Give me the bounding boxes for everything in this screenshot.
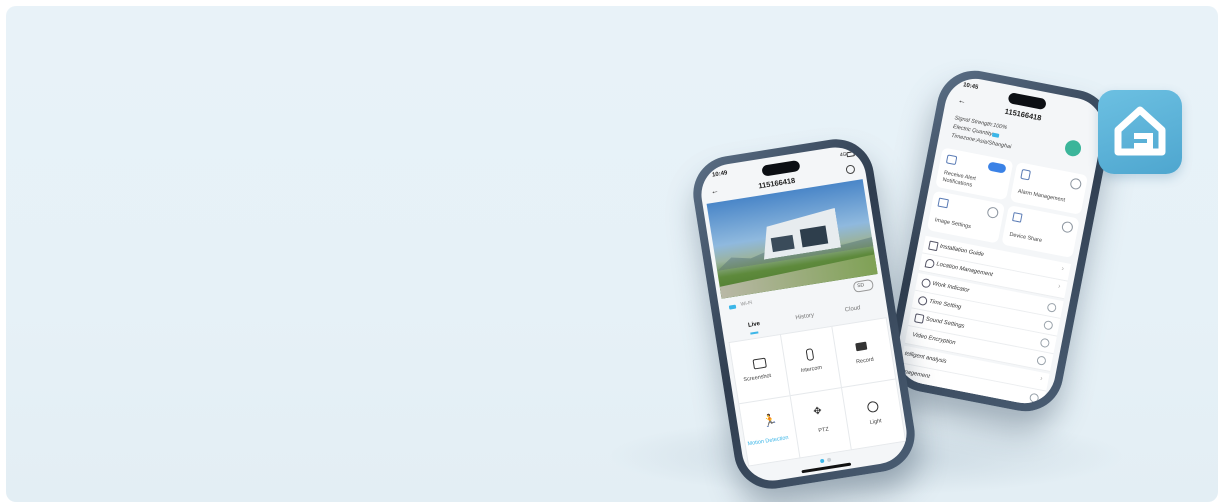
image-settings-card[interactable]: Image Settings xyxy=(926,190,1006,244)
menu-label: telligent analysis xyxy=(904,350,948,365)
menu-label: Sound Settings xyxy=(925,316,965,330)
action-label: Motion Detection xyxy=(747,434,789,448)
card-label: Alarm Management xyxy=(1017,188,1066,204)
page-dot-active[interactable] xyxy=(819,458,825,464)
menu-label: Work Indicator xyxy=(931,280,970,294)
action-label: Light xyxy=(869,418,883,427)
device-id-title: 115166418 xyxy=(757,175,796,191)
home-indicator xyxy=(801,462,852,473)
home-g-icon xyxy=(1114,106,1166,156)
bell-icon xyxy=(945,154,958,166)
action-light[interactable]: Light xyxy=(840,378,907,451)
speaker-icon xyxy=(913,313,925,324)
image-icon xyxy=(937,197,949,209)
refresh-icon[interactable] xyxy=(1028,392,1040,404)
battery-icon xyxy=(846,151,855,158)
page-dot[interactable] xyxy=(826,457,832,463)
back-arrow-icon[interactable]: ← xyxy=(710,186,719,196)
direction-pad-icon: ✥ xyxy=(812,405,823,418)
tab-cloud[interactable]: Cloud xyxy=(844,305,860,313)
quality-selector[interactable]: SD xyxy=(852,278,875,293)
running-person-icon: 🏃 xyxy=(761,412,779,429)
right-phone: 10:45 ← 115166418 Signal Strength:100% E… xyxy=(882,64,1118,418)
settings-gear-icon[interactable] xyxy=(845,164,856,175)
video-camera-icon xyxy=(855,341,868,352)
more-icon[interactable] xyxy=(986,206,1000,220)
chevron-right-icon: › xyxy=(1060,265,1065,273)
refresh-icon[interactable] xyxy=(1046,302,1058,313)
share-icon xyxy=(1012,212,1023,223)
device-id-title: 115166418 xyxy=(1004,106,1043,123)
device-share-card[interactable]: Device Share xyxy=(1001,205,1080,259)
light-icon xyxy=(866,400,880,414)
app-icon xyxy=(1098,90,1182,174)
refresh-icon[interactable] xyxy=(1043,319,1054,331)
action-label: Intercom xyxy=(800,364,823,375)
guide-icon xyxy=(928,240,939,252)
wifi-signal-icon: Wi-Fi xyxy=(740,299,753,308)
action-label: Record xyxy=(855,356,875,366)
more-icon[interactable] xyxy=(1060,220,1074,234)
status-time: 10:49 xyxy=(711,170,728,179)
live-video-feed[interactable] xyxy=(706,179,878,299)
microphone-icon xyxy=(805,348,815,362)
refresh-icon[interactable] xyxy=(1036,355,1047,366)
right-phone-screen: 10:45 ← 115166418 Signal Strength:100% E… xyxy=(891,73,1109,409)
menu-label: Installation Guide xyxy=(939,243,985,259)
action-label: PTZ xyxy=(818,426,830,435)
promo-banner: 10:45 ← 115166418 Signal Strength:100% E… xyxy=(6,6,1218,502)
device-avatar-icon xyxy=(1063,138,1083,158)
action-label: Screenshot xyxy=(743,372,772,384)
active-tab-indicator xyxy=(750,331,759,335)
chevron-right-icon: › xyxy=(1039,375,1044,383)
card-label: Receive Alert Notifications xyxy=(942,170,977,189)
dynamic-island xyxy=(761,159,801,177)
alarm-icon xyxy=(1020,168,1031,181)
more-icon[interactable] xyxy=(1069,177,1083,191)
tab-live[interactable]: Live xyxy=(748,321,761,329)
status-time: 10:45 xyxy=(962,82,979,91)
alert-toggle[interactable] xyxy=(987,161,1007,174)
action-record[interactable]: Record xyxy=(831,317,897,390)
clock-icon xyxy=(917,295,928,307)
card-label: Device Share xyxy=(1008,231,1043,244)
menu-label: Time Setting xyxy=(928,298,962,311)
quality-label: SD xyxy=(856,282,865,290)
back-arrow-icon[interactable]: ← xyxy=(957,96,967,106)
battery-level-icon xyxy=(728,304,737,310)
tab-history[interactable]: History xyxy=(795,312,814,321)
refresh-icon[interactable] xyxy=(1039,337,1051,349)
chevron-right-icon: › xyxy=(1057,282,1062,291)
indicator-icon xyxy=(920,277,932,289)
menu-label: Video Encryption xyxy=(911,332,956,347)
camera-icon xyxy=(752,357,767,370)
location-pin-icon xyxy=(924,258,936,269)
card-label: Image Settings xyxy=(934,217,972,231)
